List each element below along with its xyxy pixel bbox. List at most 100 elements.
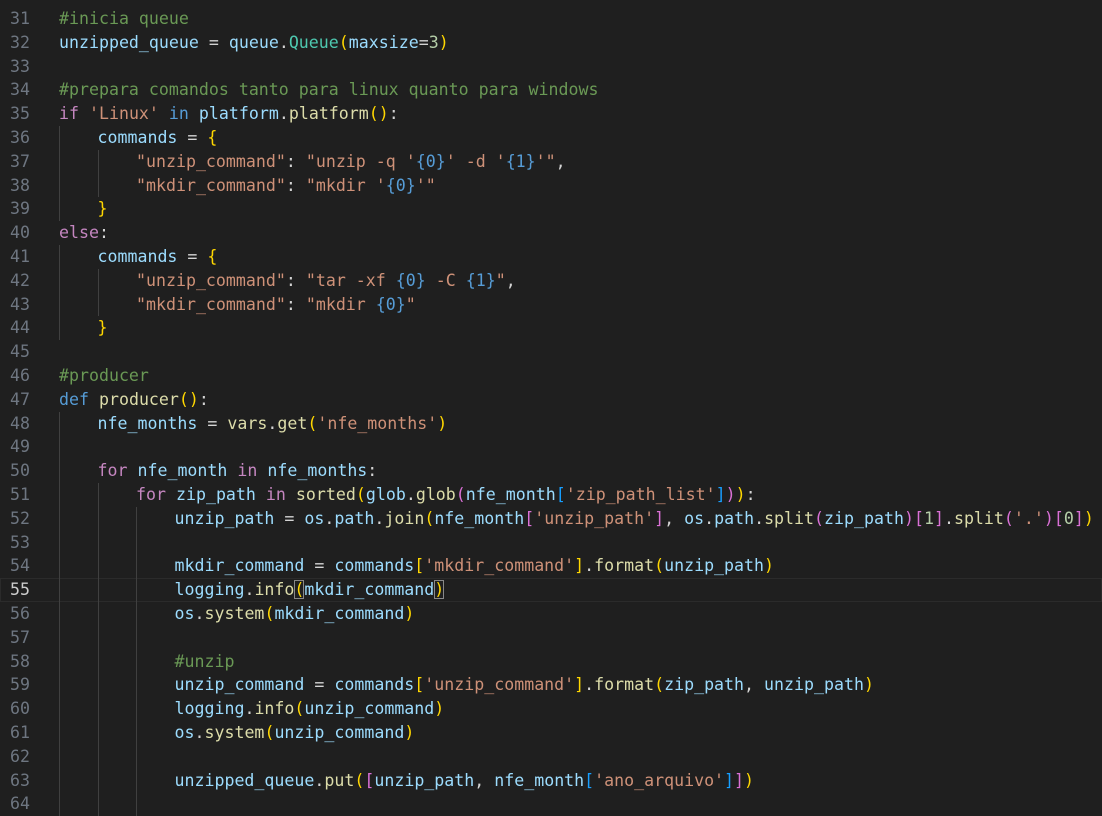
code-line[interactable]: 60 logging.info(unzip_command)	[0, 697, 1102, 721]
code-token: in	[237, 461, 258, 481]
line-number: 57	[10, 627, 30, 647]
code-token: 0	[1063, 508, 1074, 528]
code-token: (	[264, 604, 275, 623]
code-line[interactable]: 38 "mkdir_command": "mkdir '{0}'"	[0, 173, 1102, 198]
code-line[interactable]: 58 #unzip	[0, 649, 1102, 674]
line-number: 41	[10, 247, 30, 266]
indent-guide	[59, 721, 60, 745]
code-line[interactable]: 59 unzip_command = commands['unzip_comman…	[0, 673, 1102, 698]
code-line[interactable]: 35 if 'Linux' in platform.platform():	[0, 102, 1102, 126]
code-text: for zip_path in sorted(glob.glob(nfe_mon…	[136, 483, 756, 507]
code-text: #prepara comandos tanto para linux quant…	[59, 78, 598, 102]
code-line[interactable]: 55 logging.info(mkdir_command)	[0, 578, 1102, 602]
code-text: unzip_path = os.path.join(nfe_month['unz…	[175, 507, 1094, 531]
indent-guide	[59, 554, 60, 579]
code-token: "mkdir '	[305, 175, 386, 195]
code-token: )	[404, 723, 415, 742]
code-line[interactable]: 32 unzipped_queue = queue.Queue(maxsize=3…	[0, 31, 1102, 55]
code-token: ,	[744, 675, 765, 695]
code-token: 3	[428, 32, 439, 52]
indent-guide	[59, 292, 60, 317]
code-line[interactable]: 36 commands = {	[0, 126, 1102, 150]
code-line[interactable]: 50 for nfe_month in nfe_months:	[0, 459, 1102, 483]
code-line[interactable]: 52 unzip_path = os.path.join(nfe_month['u…	[0, 506, 1102, 531]
code-line[interactable]: 64	[0, 792, 1102, 816]
code-text: nfe_months = vars.get('nfe_months')	[98, 412, 448, 436]
code-line[interactable]: 63 unzipped_queue.put([unzip_path, nfe_mo…	[0, 768, 1102, 793]
indent-guide	[136, 697, 137, 721]
code-line[interactable]: 57	[0, 625, 1102, 650]
code-line[interactable]: 37 "unzip_command": "unzip -q '{0}' -d '{…	[0, 149, 1102, 174]
code-line[interactable]: 46 #producer	[0, 364, 1102, 388]
code-token: '"	[535, 151, 556, 171]
code-text: logging.info(unzip_command)	[175, 697, 445, 721]
code-line[interactable]: 40 else:	[0, 221, 1102, 245]
code-token: '"	[415, 175, 436, 195]
code-token: (	[354, 770, 365, 790]
line-number: 44	[10, 318, 30, 338]
code-line[interactable]: 45	[0, 340, 1102, 364]
indent-guide	[136, 625, 137, 650]
code-line[interactable]: 51 for zip_path in sorted(glob.glob(nfe_m…	[0, 483, 1102, 507]
code-text: "mkdir_command": "mkdir '{0}'"	[136, 174, 436, 198]
code-token: .	[244, 699, 255, 719]
code-token: join	[384, 508, 425, 528]
line-number: 48	[10, 413, 30, 433]
code-token: zip_path	[664, 675, 745, 695]
code-line[interactable]: 33	[0, 55, 1102, 79]
indent-guide	[59, 316, 60, 341]
code-line[interactable]: 54 mkdir_command = commands['mkdir_comman…	[0, 554, 1102, 579]
code-token: :	[285, 175, 306, 195]
code-line[interactable]: 41 commands = {	[0, 245, 1102, 269]
code-line[interactable]: 47 def producer():	[0, 388, 1102, 412]
code-line[interactable]: 61 os.system(unzip_command)	[0, 721, 1102, 745]
code-token: os	[174, 604, 195, 623]
indent-guide	[97, 578, 99, 602]
indent-guide	[59, 649, 60, 674]
indent-guide	[97, 721, 99, 745]
code-token: for	[136, 485, 166, 504]
code-token: )	[735, 485, 746, 504]
line-number: 62	[10, 746, 30, 766]
code-token: split	[953, 508, 1004, 528]
code-line[interactable]: 49	[0, 435, 1102, 460]
line-number: 60	[10, 699, 30, 719]
code-line[interactable]: 48 nfe_months = vars.get('nfe_months')	[0, 411, 1102, 436]
code-token: 'mkdir_command'	[424, 556, 575, 576]
code-line[interactable]: 42 "unzip_command": "tar -xf {0} -C {1}",	[0, 268, 1102, 293]
line-number: 42	[10, 270, 30, 290]
code-text: os.system(mkdir_command)	[175, 602, 415, 626]
code-line[interactable]: 44}	[0, 316, 1102, 341]
code-token: if	[59, 104, 79, 124]
code-token: ]	[724, 770, 735, 790]
line-number: 45	[10, 342, 30, 362]
indent-guide	[59, 602, 60, 626]
code-token: put	[324, 770, 355, 790]
code-line[interactable]: 43 "mkdir_command": "mkdir {0}"	[0, 292, 1102, 317]
code-token: =	[418, 32, 429, 52]
code-token: )	[1083, 508, 1094, 528]
code-token: path	[714, 508, 755, 528]
code-editor[interactable]: 31 #inicia queue 32 unzipped_queue = queue.…	[0, 0, 1102, 816]
code-token: in	[265, 485, 286, 504]
code-token: "unzip_command"	[136, 270, 286, 290]
code-line[interactable]: 39}	[0, 197, 1102, 222]
code-token: 'unzip_command'	[424, 675, 575, 695]
code-line[interactable]: 56 os.system(mkdir_command)	[0, 602, 1102, 626]
indent-guide	[59, 744, 60, 769]
code-line[interactable]: 62	[0, 744, 1102, 769]
code-token: =	[197, 413, 228, 433]
code-line[interactable]: 53	[0, 530, 1102, 555]
indent-guide	[97, 554, 99, 579]
indent-guide	[97, 649, 99, 674]
indent-guide	[97, 602, 99, 626]
line-number: 58	[10, 651, 30, 671]
code-token: :	[285, 151, 306, 171]
code-token: 1	[923, 508, 934, 528]
code-line[interactable]: 31 #inicia queue	[0, 7, 1102, 31]
code-token: ]	[654, 508, 665, 528]
line-number: 50	[10, 461, 30, 481]
code-line[interactable]: 34 #prepara comandos tanto para linux qua…	[0, 78, 1102, 102]
indent-guide	[59, 768, 60, 793]
